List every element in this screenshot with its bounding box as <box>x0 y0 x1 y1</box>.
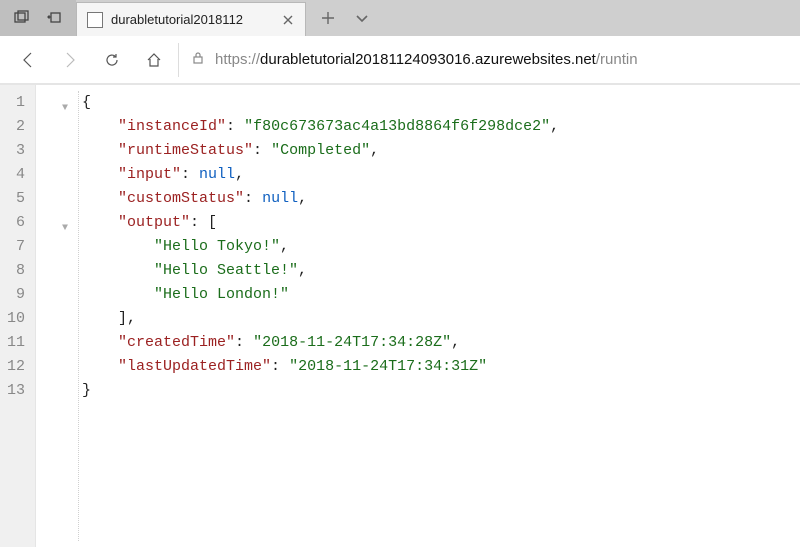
tab-groups-icon[interactable] <box>4 0 38 36</box>
line-number: 10 <box>6 307 25 331</box>
line-number: 8 <box>6 259 25 283</box>
url-protocol: https:// <box>215 51 260 68</box>
line-number: 5 <box>6 187 25 211</box>
new-tab-button[interactable] <box>318 8 338 28</box>
line-number: 3 <box>6 139 25 163</box>
code-line: "lastUpdatedTime": "2018-11-24T17:34:31Z… <box>36 355 800 379</box>
home-button[interactable] <box>136 42 172 78</box>
back-button[interactable] <box>10 42 46 78</box>
active-tab[interactable]: durabletutorial2018112 <box>76 2 306 36</box>
code-line: ▼ "output": [ <box>36 211 800 235</box>
line-number-gutter: 1 2 3 4 5 6 7 8 9 10 11 12 13 <box>0 85 36 547</box>
browser-navbar: https://durabletutorial20181124093016.az… <box>0 36 800 84</box>
line-number: 12 <box>6 355 25 379</box>
line-number: 11 <box>6 331 25 355</box>
lock-icon <box>191 51 205 69</box>
address-bar[interactable]: https://durabletutorial20181124093016.az… <box>178 43 790 77</box>
refresh-button[interactable] <box>94 42 130 78</box>
code-line: "input": null, <box>36 163 800 187</box>
line-number: 1 <box>6 91 25 115</box>
json-viewer: 1 2 3 4 5 6 7 8 9 10 11 12 13 ▼{ "instan… <box>0 84 800 547</box>
json-code[interactable]: ▼{ "instanceId": "f80c673673ac4a13bd8864… <box>36 85 800 547</box>
tab-title: durabletutorial2018112 <box>111 12 273 27</box>
tabbar-left-icons <box>0 0 76 36</box>
url-path: /runtin <box>596 51 638 68</box>
code-line: ], <box>36 307 800 331</box>
code-line: ▼{ <box>36 91 800 115</box>
browser-tabbar: durabletutorial2018112 <box>0 0 800 36</box>
tab-favicon <box>87 12 103 28</box>
url-text: https://durabletutorial20181124093016.az… <box>215 51 638 68</box>
forward-button[interactable] <box>52 42 88 78</box>
code-line: "instanceId": "f80c673673ac4a13bd8864f6f… <box>36 115 800 139</box>
line-number: 7 <box>6 235 25 259</box>
code-line: } <box>36 379 800 403</box>
code-line: "Hello Tokyo!", <box>36 235 800 259</box>
tab-actions-button[interactable] <box>352 8 372 28</box>
code-line: "createdTime": "2018-11-24T17:34:28Z", <box>36 331 800 355</box>
close-tab-button[interactable] <box>281 13 295 27</box>
code-line: "Hello Seattle!", <box>36 259 800 283</box>
code-line: "customStatus": null, <box>36 187 800 211</box>
line-number: 4 <box>6 163 25 187</box>
set-aside-icon[interactable] <box>38 0 72 36</box>
url-host: durabletutorial20181124093016.azurewebsi… <box>260 51 596 68</box>
line-number: 6 <box>6 211 25 235</box>
code-line: "Hello London!" <box>36 283 800 307</box>
tabbar-right <box>306 0 372 36</box>
line-number: 2 <box>6 115 25 139</box>
line-number: 13 <box>6 379 25 403</box>
code-line: "runtimeStatus": "Completed", <box>36 139 800 163</box>
line-number: 9 <box>6 283 25 307</box>
